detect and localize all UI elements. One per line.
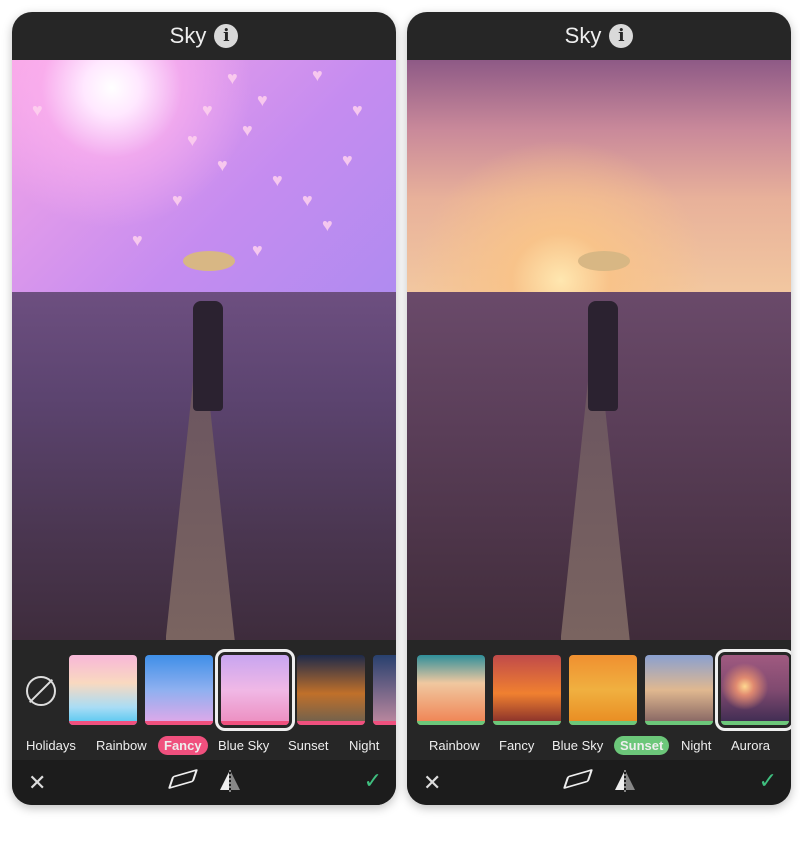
thumbnail[interactable] — [569, 655, 637, 725]
info-icon[interactable]: i — [214, 24, 239, 48]
category-rainbow[interactable]: Rainbow — [423, 736, 486, 755]
category-fancy-selected[interactable]: Fancy — [158, 736, 208, 755]
category-fancy[interactable]: Fancy — [493, 736, 540, 755]
close-icon[interactable]: ✕ — [423, 770, 441, 796]
right-phone-screen: Sky i Rainbow Fancy Blue Sky Sunset Nigh… — [407, 12, 791, 805]
title: Sky — [564, 23, 602, 48]
checkmark-icon[interactable]: ✓ — [759, 768, 777, 794]
thumbnail-selected[interactable] — [715, 649, 791, 731]
no-filter-icon[interactable] — [26, 676, 56, 706]
category-holidays[interactable]: Holidays — [20, 736, 82, 755]
thumbnail[interactable] — [417, 655, 485, 725]
category-blue-sky[interactable]: Blue Sky — [212, 736, 275, 755]
filter-strip: Rainbow Fancy Blue Sky Sunset Night Auro… — [407, 640, 791, 760]
flip-icon[interactable] — [613, 770, 637, 792]
thumbnail-selected[interactable] — [215, 649, 295, 731]
photo-preview: ♥ ♥ ♥ ♥ ♥ ♥ ♥ ♥ ♥ ♥ ♥ ♥ ♥ ♥ ♥ ♥ — [12, 60, 396, 640]
thumbnail[interactable] — [145, 655, 213, 725]
flip-icon[interactable] — [218, 770, 242, 792]
info-icon[interactable]: i — [609, 24, 634, 48]
left-phone-screen: Sky i ♥ ♥ ♥ ♥ ♥ ♥ ♥ ♥ ♥ ♥ ♥ ♥ ♥ ♥ ♥ ♥ Holidays R… — [12, 12, 396, 805]
close-icon[interactable]: ✕ — [28, 770, 46, 796]
category-sunset-selected[interactable]: Sunset — [614, 736, 670, 755]
category-night[interactable]: Night — [343, 736, 385, 755]
thumbnail[interactable] — [493, 655, 561, 725]
thumbnail[interactable] — [373, 655, 396, 725]
thumbnail[interactable] — [69, 655, 137, 725]
category-aurora[interactable]: Aurora — [725, 736, 776, 755]
category-blue-sky[interactable]: Blue Sky — [546, 736, 609, 755]
header: Sky i — [407, 12, 791, 60]
bottom-toolbar: ✕ ✓ — [407, 760, 791, 805]
header: Sky i — [12, 12, 396, 60]
bottom-toolbar: ✕ ✓ — [12, 760, 396, 805]
eraser-icon[interactable] — [562, 768, 594, 790]
category-rainbow[interactable]: Rainbow — [90, 736, 153, 755]
thumbnail[interactable] — [645, 655, 713, 725]
eraser-icon[interactable] — [167, 768, 199, 790]
title: Sky — [169, 23, 207, 48]
category-night[interactable]: Night — [675, 736, 717, 755]
category-sunset[interactable]: Sunset — [282, 736, 334, 755]
photo-preview — [407, 60, 791, 640]
thumbnail[interactable] — [297, 655, 365, 725]
checkmark-icon[interactable]: ✓ — [364, 768, 382, 794]
filter-strip: Holidays Rainbow Fancy Blue Sky Sunset N… — [12, 640, 396, 760]
